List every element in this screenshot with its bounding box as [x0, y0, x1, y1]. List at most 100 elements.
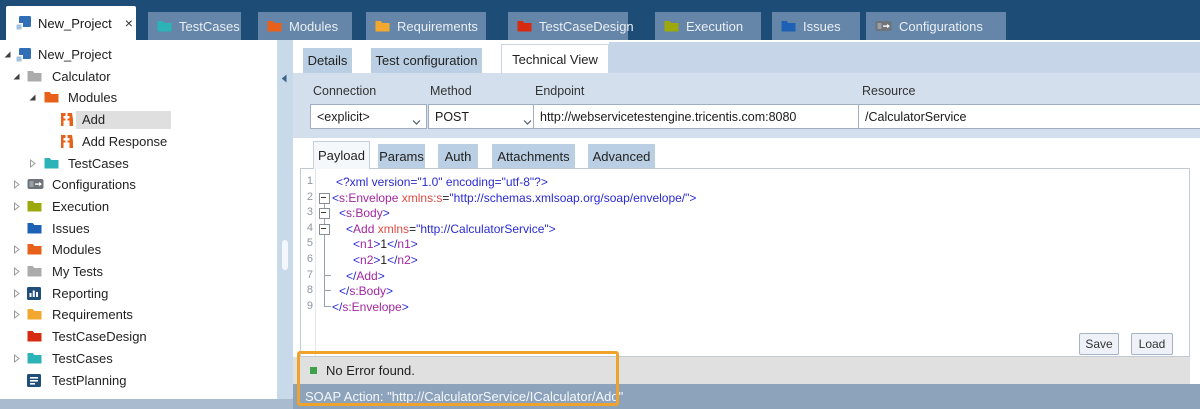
- tree-item-testcases[interactable]: TestCases: [0, 348, 277, 370]
- top-tab-issues[interactable]: Issues: [772, 12, 860, 40]
- code-line: 7</Add>: [301, 268, 1187, 284]
- top-tab-requirements[interactable]: Requirements: [366, 12, 486, 40]
- top-tab-testcasedesign[interactable]: TestCaseDesign: [508, 12, 628, 40]
- code-text: <s:Envelope xmlns:s="http://schemas.xmls…: [332, 191, 696, 205]
- sidebar-splitter[interactable]: [277, 40, 293, 399]
- resource-value: /CalculatorService: [865, 110, 966, 124]
- tree-item-configurations[interactable]: Configurations: [0, 174, 277, 196]
- tree-item-execution[interactable]: Execution: [0, 196, 277, 218]
- testcases-folder-icon: [27, 352, 42, 364]
- resource-input[interactable]: /CalculatorService: [858, 104, 1200, 129]
- modules-folder-icon: [44, 91, 59, 103]
- tab-label: Execution: [686, 19, 743, 34]
- expand-arrow-icon[interactable]: [12, 289, 21, 298]
- chevron-down-icon[interactable]: [523, 114, 532, 128]
- top-tab-bar: New_Project× TestCases Modules Requirements…: [0, 0, 1200, 40]
- collapse-arrow-icon[interactable]: [3, 50, 12, 59]
- planning-icon: [27, 374, 41, 387]
- tab-details[interactable]: Details: [303, 48, 352, 73]
- top-tab-testcases[interactable]: TestCases: [148, 12, 241, 40]
- collapse-sidebar-icon[interactable]: [281, 70, 287, 88]
- tree-item-label: Add: [82, 112, 105, 128]
- top-tab-modules[interactable]: Modules: [258, 12, 352, 40]
- tab-label: Issues: [803, 19, 841, 34]
- connection-select[interactable]: <explicit>: [310, 104, 427, 129]
- expand-arrow-icon[interactable]: [28, 159, 37, 168]
- project-tree: New_Project Calculator Modules Add Add Respo…: [0, 40, 277, 399]
- expand-arrow-icon[interactable]: [12, 267, 21, 276]
- tab-payload[interactable]: Payload: [313, 141, 370, 169]
- connection-value: <explicit>: [317, 110, 370, 124]
- expand-arrow-icon[interactable]: [12, 354, 21, 363]
- tree-item-add-response[interactable]: Add Response: [0, 131, 277, 153]
- expand-arrow-icon[interactable]: [12, 245, 21, 254]
- tab-technical-view[interactable]: Technical View: [501, 44, 609, 73]
- expand-arrow-icon[interactable]: [12, 310, 21, 319]
- fold-gutter: [317, 283, 331, 299]
- load-button[interactable]: Load: [1131, 333, 1173, 355]
- sidebar-scrollbar-thumb[interactable]: [282, 240, 288, 270]
- calculator-folder-icon: [27, 70, 42, 82]
- detail-tabstrip-fill: [609, 42, 1200, 73]
- line-number: 8: [301, 284, 313, 296]
- fold-line: [324, 252, 325, 268]
- tab-test-configuration[interactable]: Test configuration: [371, 48, 482, 73]
- tree-item-label: TestCases: [68, 156, 129, 172]
- tree-item-modules[interactable]: Modules: [0, 239, 277, 261]
- tab-label: Test configuration: [376, 53, 478, 68]
- my-tests-folder-icon: [27, 265, 42, 277]
- collapse-arrow-icon[interactable]: [28, 93, 37, 102]
- fold-gutter[interactable]: [317, 205, 331, 221]
- code-line: 5 <n1>1</n1>: [301, 236, 1187, 252]
- line-number: 3: [301, 206, 313, 218]
- tab-label: Attachments: [497, 149, 569, 164]
- tree-item-reporting[interactable]: Reporting: [0, 283, 277, 305]
- tree-item-testplanning[interactable]: TestPlanning: [0, 370, 277, 392]
- testcasedesign-folder-icon: [27, 330, 42, 342]
- code-line: 6<n2>1</n2>: [301, 252, 1187, 268]
- expand-arrow-icon[interactable]: [12, 180, 21, 189]
- close-icon[interactable]: ×: [125, 16, 133, 30]
- tab-attachments[interactable]: Attachments: [492, 144, 575, 169]
- tree-item-issues[interactable]: Issues: [0, 218, 277, 240]
- endpoint-label: Endpoint: [535, 84, 584, 98]
- tree-item-testcasedesign[interactable]: TestCaseDesign: [0, 326, 277, 348]
- fold-collapse-icon[interactable]: [319, 193, 330, 204]
- endpoint-input[interactable]: http://webservicetestengine.tricentis.co…: [533, 104, 867, 129]
- chevron-down-icon[interactable]: [412, 114, 421, 128]
- method-select[interactable]: POST: [428, 104, 538, 129]
- top-tab-execution[interactable]: Execution: [655, 12, 761, 40]
- top-tab-configurations[interactable]: Configurations: [866, 12, 1006, 40]
- line-number: 5: [301, 237, 313, 249]
- project-icon: [15, 16, 31, 31]
- tree-item-requirements[interactable]: Requirements: [0, 304, 277, 326]
- expand-arrow-icon[interactable]: [12, 202, 21, 211]
- line-number: 4: [301, 222, 313, 234]
- tree-item-testcases[interactable]: TestCases: [0, 153, 277, 175]
- tree-item-calculator[interactable]: Calculator: [0, 66, 277, 88]
- fold-gutter[interactable]: [317, 190, 331, 206]
- tree-item-label: Issues: [52, 221, 90, 237]
- collapse-arrow-icon[interactable]: [12, 72, 21, 81]
- fold-collapse-icon[interactable]: [319, 208, 330, 219]
- tab-label: Advanced: [593, 149, 651, 164]
- issues-folder-icon: [27, 222, 42, 234]
- tab-label: Requirements: [397, 19, 478, 34]
- tab-auth[interactable]: Auth: [438, 144, 478, 169]
- tree-item-label: Calculator: [52, 69, 111, 85]
- payload-editor[interactable]: Save Load 1<?xml version="1.0" encoding=…: [300, 168, 1190, 357]
- tree-item-new-project[interactable]: New_Project: [0, 44, 277, 66]
- tree-item-modules[interactable]: Modules: [0, 87, 277, 109]
- tree-item-my-tests[interactable]: My Tests: [0, 261, 277, 283]
- tab-params[interactable]: Params: [378, 144, 425, 169]
- fold-gutter[interactable]: [317, 221, 331, 237]
- resource-label: Resource: [862, 84, 916, 98]
- code-text: <n1>1</n1>: [353, 237, 418, 251]
- tree-item-add[interactable]: Add: [0, 109, 277, 131]
- fold-collapse-icon[interactable]: [319, 224, 330, 235]
- tab-advanced[interactable]: Advanced: [588, 144, 655, 169]
- save-button[interactable]: Save: [1079, 333, 1119, 355]
- top-tab-new-project[interactable]: New_Project×: [6, 6, 136, 40]
- code-line: 2<s:Envelope xmlns:s="http://schemas.xml…: [301, 190, 1187, 206]
- line-number: 6: [301, 253, 313, 265]
